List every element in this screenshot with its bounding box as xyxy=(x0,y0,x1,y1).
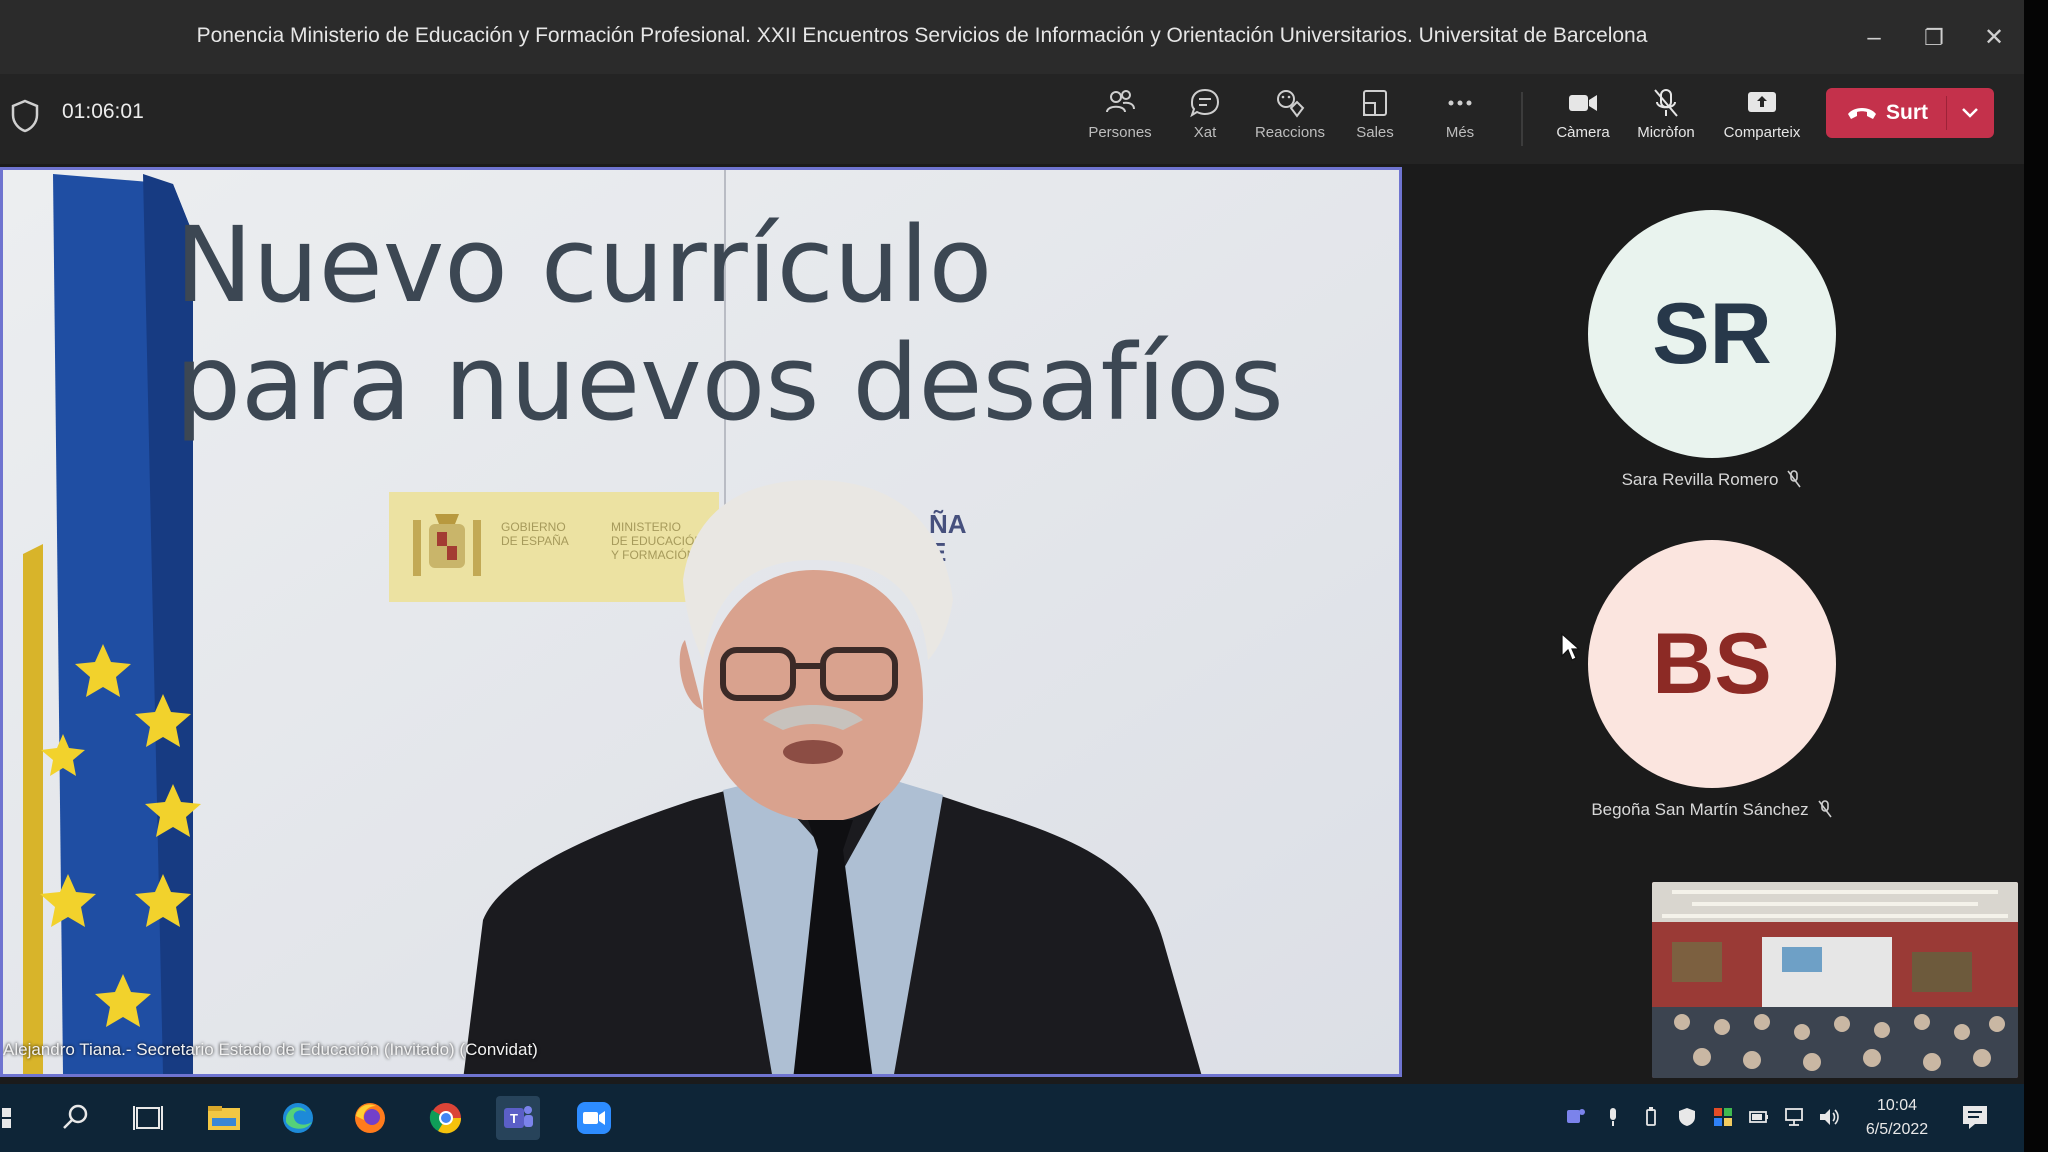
participant-avatar[interactable]: SR xyxy=(1588,210,1836,458)
title-bar: Ponencia Ministerio de Educación y Forma… xyxy=(0,0,2024,74)
camera-icon xyxy=(1569,95,1597,111)
screen-edge xyxy=(2024,0,2048,1152)
share-label: Comparteix xyxy=(1723,124,1801,141)
taskbar-clock[interactable]: 10:04 6/5/2022 xyxy=(1848,1094,1946,1142)
share-screen-icon xyxy=(1748,92,1776,112)
network-tray-icon[interactable] xyxy=(1784,1106,1806,1128)
reactions-button[interactable]: Reaccions xyxy=(1248,86,1332,156)
leave-button[interactable]: Surt xyxy=(1826,88,1946,138)
leave-options-button[interactable] xyxy=(1947,88,1994,138)
meeting-timer: 01:06:01 xyxy=(62,100,144,123)
participant-name: Sara Revilla Romero xyxy=(1500,470,1924,490)
usb-tray-icon[interactable] xyxy=(1640,1106,1662,1128)
svg-text:T: T xyxy=(510,1111,518,1126)
firefox-icon[interactable] xyxy=(348,1096,392,1140)
window-title: Ponencia Ministerio de Educación y Forma… xyxy=(196,24,1648,47)
speaker-person xyxy=(463,480,1202,1074)
mic-off-icon xyxy=(1818,800,1832,818)
people-label: Persones xyxy=(1088,124,1152,141)
chevron-down-icon xyxy=(1962,108,1978,118)
windows-start-icon[interactable] xyxy=(0,1096,44,1140)
reactions-icon xyxy=(1277,90,1305,118)
chat-button[interactable]: Xat xyxy=(1163,86,1247,156)
leave-button-group: Surt xyxy=(1826,88,1994,138)
more-label: Més xyxy=(1445,124,1475,141)
mic-off-icon xyxy=(1787,470,1802,488)
close-button[interactable]: ✕ xyxy=(1970,18,2018,58)
people-button[interactable]: Persones xyxy=(1078,86,1162,156)
breakout-rooms-icon xyxy=(1363,90,1387,116)
speaker-video[interactable]: Nuevo currículo para nuevos desafíos GOB… xyxy=(0,167,1402,1077)
minimize-button[interactable]: – xyxy=(1850,18,1898,58)
more-button[interactable]: Més xyxy=(1418,86,1502,156)
slide-title-line1: Nuevo currículo xyxy=(175,204,993,326)
battery-tray-icon[interactable] xyxy=(1748,1106,1770,1128)
file-explorer-icon[interactable] xyxy=(202,1096,246,1140)
clock-date: 6/5/2022 xyxy=(1865,1121,1929,1138)
share-button[interactable]: Comparteix xyxy=(1716,86,1808,156)
mic-off-icon xyxy=(1654,89,1678,117)
notifications-icon[interactable] xyxy=(1960,1102,1990,1132)
volume-tray-icon[interactable] xyxy=(1818,1106,1840,1128)
microphone-tray-icon[interactable] xyxy=(1602,1106,1624,1128)
participant-avatar[interactable]: BS xyxy=(1588,540,1836,788)
chrome-icon[interactable] xyxy=(424,1096,468,1140)
leave-label: Surt xyxy=(1886,101,1928,124)
restore-button[interactable]: ❐ xyxy=(1910,18,1958,58)
toolbar-separator xyxy=(1521,92,1523,146)
chat-label: Xat xyxy=(1193,124,1217,141)
room-video[interactable] xyxy=(1652,882,2018,1078)
zoom-icon[interactable] xyxy=(572,1096,616,1140)
hang-up-icon xyxy=(1848,108,1876,119)
participant-name-text: Begoña San Martín Sánchez xyxy=(1591,800,1809,819)
rooms-button[interactable]: Sales xyxy=(1333,86,1417,156)
search-icon[interactable] xyxy=(54,1096,98,1140)
teams-window: Ponencia Ministerio de Educación y Forma… xyxy=(0,0,2024,1152)
reactions-label: Reaccions xyxy=(1254,124,1326,141)
mic-label: Micròfon xyxy=(1637,124,1695,141)
speaker-caption: Alejandro Tiana.- Secretario Estado de E… xyxy=(3,1040,538,1059)
meeting-stage: Nuevo currículo para nuevos desafíos GOB… xyxy=(0,164,2024,1084)
participant-name-text: Sara Revilla Romero xyxy=(1621,470,1779,489)
security-tray-icon[interactable] xyxy=(1676,1106,1698,1128)
chat-icon xyxy=(1190,88,1220,118)
camera-button[interactable]: Càmera xyxy=(1541,86,1625,156)
task-view-icon[interactable] xyxy=(126,1096,170,1140)
rooms-label: Sales xyxy=(1356,124,1394,141)
teams-icon[interactable]: T xyxy=(496,1096,540,1140)
people-icon xyxy=(1106,90,1135,113)
apps-tray-icon[interactable] xyxy=(1712,1106,1734,1128)
clock-time: 10:04 xyxy=(1876,1097,1918,1114)
edge-browser-icon[interactable] xyxy=(276,1096,320,1140)
participant-name: Begoña San Martín Sánchez xyxy=(1500,800,1924,820)
windows-taskbar: T 10:04 6/5/2022 xyxy=(0,1084,2024,1152)
mic-button[interactable]: Micròfon xyxy=(1624,86,1708,156)
meeting-toolbar: 01:06:01 Persones Xat Reaccions Sales Mé… xyxy=(0,74,2024,164)
shield-icon[interactable] xyxy=(10,98,40,134)
more-icon xyxy=(1448,100,1472,106)
mouse-cursor-icon xyxy=(1561,632,1580,661)
camera-label: Càmera xyxy=(1556,124,1610,141)
teams-tray-icon[interactable] xyxy=(1564,1106,1586,1128)
